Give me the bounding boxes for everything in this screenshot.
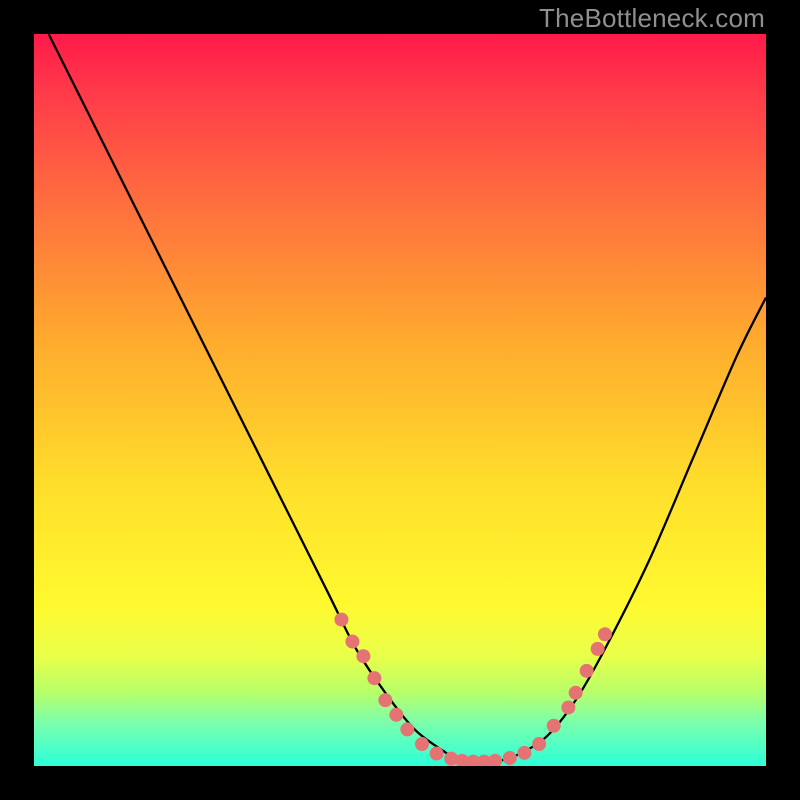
- bottleneck-curve: [49, 34, 766, 763]
- curve-marker: [580, 664, 594, 678]
- curve-marker: [547, 719, 561, 733]
- curve-marker: [517, 746, 531, 760]
- watermark-text: TheBottleneck.com: [539, 3, 765, 34]
- curve-marker: [503, 751, 517, 765]
- frame-border-bottom: [0, 766, 800, 800]
- curve-marker: [356, 649, 370, 663]
- curve-marker: [591, 642, 605, 656]
- chart-frame: TheBottleneck.com: [0, 0, 800, 800]
- curve-marker: [415, 737, 429, 751]
- curve-marker: [345, 635, 359, 649]
- curve-marker: [400, 722, 414, 736]
- curve-marker: [598, 627, 612, 641]
- curve-marker: [569, 686, 583, 700]
- frame-border-left: [0, 0, 34, 800]
- frame-border-right: [766, 0, 800, 800]
- curve-marker: [561, 700, 575, 714]
- curve-marker: [367, 671, 381, 685]
- curve-marker: [334, 613, 348, 627]
- curve-marker: [532, 737, 546, 751]
- curve-marker: [378, 693, 392, 707]
- curve-marker: [389, 708, 403, 722]
- curve-marker: [430, 747, 444, 761]
- curve-layer: [34, 34, 766, 766]
- curve-markers: [334, 613, 612, 769]
